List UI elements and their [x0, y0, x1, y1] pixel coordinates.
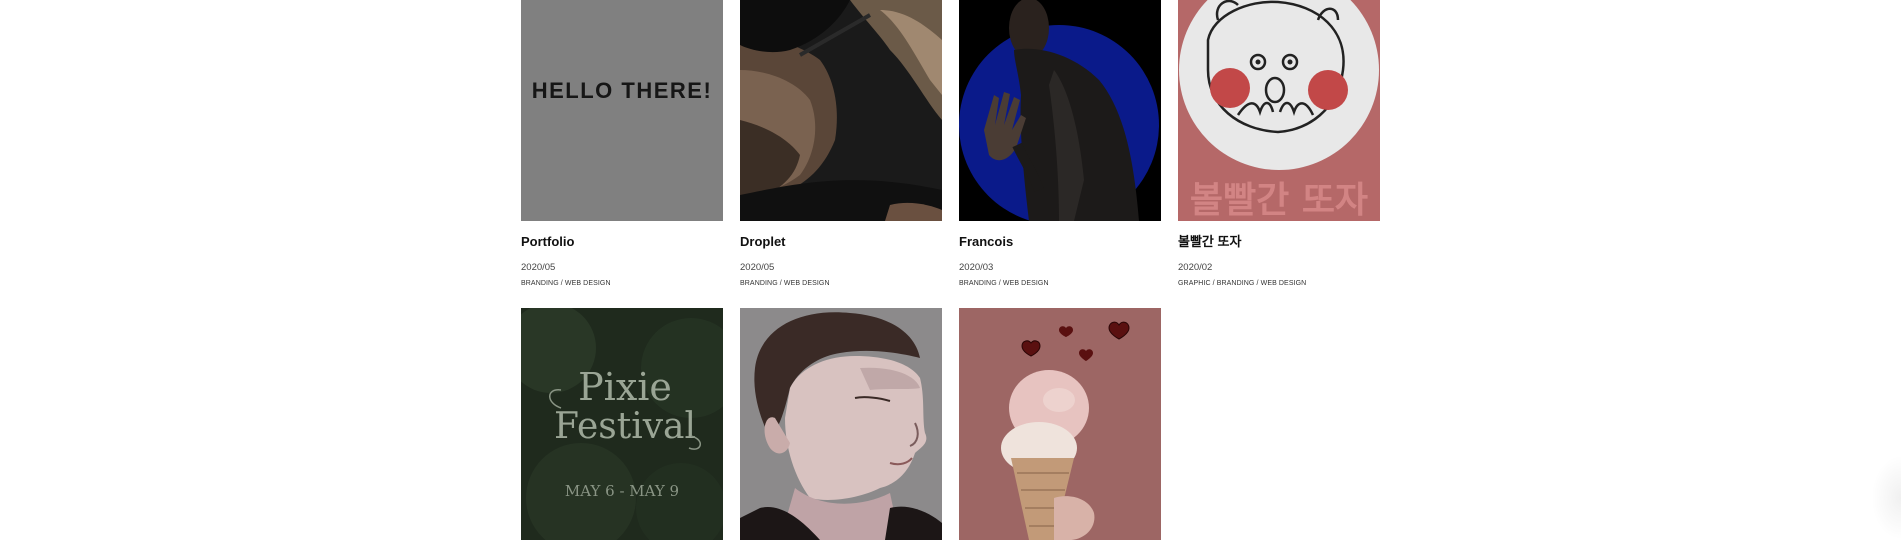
hello-there-graphic-icon: HELLO THERE! — [521, 0, 723, 221]
portfolio-card[interactable]: Pixie Festival MAY 6 - MAY 9 — [521, 308, 723, 540]
portfolio-thumbnail[interactable] — [959, 308, 1161, 540]
card-title[interactable]: 볼빨간 또자 — [1178, 234, 1380, 250]
thumb-headline: HELLO THERE! — [532, 78, 713, 103]
portfolio-thumbnail[interactable]: Pixie Festival MAY 6 - MAY 9 — [521, 308, 723, 540]
card-categories: BRANDING / WEB DESIGN — [740, 280, 830, 287]
portfolio-card[interactable]: HELLO THERE! Portfolio 2020/05 BRANDING … — [521, 0, 723, 288]
card-categories: BRANDING / WEB DESIGN — [521, 280, 611, 287]
portfolio-card[interactable]: 볼빨간 또자 볼빨간 또자 2020/02 GRAPHIC / BRANDING… — [1178, 0, 1380, 288]
poster-dates: MAY 6 - MAY 9 — [565, 482, 679, 500]
poster-line-2: Festival — [554, 406, 696, 447]
portfolio-thumbnail[interactable]: HELLO THERE! — [521, 0, 723, 221]
card-date: 2020/05 — [740, 262, 775, 273]
card-title[interactable]: Droplet — [740, 234, 942, 250]
card-date: 2020/05 — [521, 262, 556, 273]
portfolio-page: HELLO THERE! Portfolio 2020/05 BRANDING … — [0, 0, 1901, 540]
portfolio-thumbnail[interactable]: 볼빨간 또자 — [1178, 0, 1380, 221]
ice-cream-hearts-photo-icon — [959, 308, 1161, 540]
man-portrait-illustration-icon — [740, 308, 942, 540]
portfolio-card[interactable]: Droplet 2020/05 BRANDING / WEB DESIGN — [740, 0, 942, 288]
portfolio-thumbnail[interactable] — [740, 0, 942, 221]
scroll-edge-shadow — [1871, 455, 1901, 540]
portfolio-card[interactable]: Francois 2020/03 BRANDING / WEB DESIGN — [959, 0, 1161, 288]
bearded-man-photo-icon — [740, 0, 942, 221]
blushing-bear-illustration-icon: 볼빨간 또자 — [1178, 0, 1380, 221]
card-title[interactable]: Francois — [959, 234, 1161, 250]
man-blue-circle-photo-icon — [959, 0, 1161, 221]
portfolio-card[interactable] — [740, 308, 942, 540]
card-categories: GRAPHIC / BRANDING / WEB DESIGN — [1178, 280, 1307, 287]
card-date: 2020/03 — [959, 262, 994, 273]
portfolio-card[interactable] — [959, 308, 1161, 540]
portfolio-thumbnail[interactable] — [740, 308, 942, 540]
poster-line-1: Pixie — [578, 365, 672, 409]
card-categories: BRANDING / WEB DESIGN — [959, 280, 1049, 287]
pixie-festival-poster-icon: Pixie Festival MAY 6 - MAY 9 — [521, 308, 723, 540]
card-title[interactable]: Portfolio — [521, 234, 723, 250]
thumb-korean-title: 볼빨간 또자 — [1190, 180, 1368, 221]
portfolio-thumbnail[interactable] — [959, 0, 1161, 221]
card-date: 2020/02 — [1178, 262, 1213, 273]
